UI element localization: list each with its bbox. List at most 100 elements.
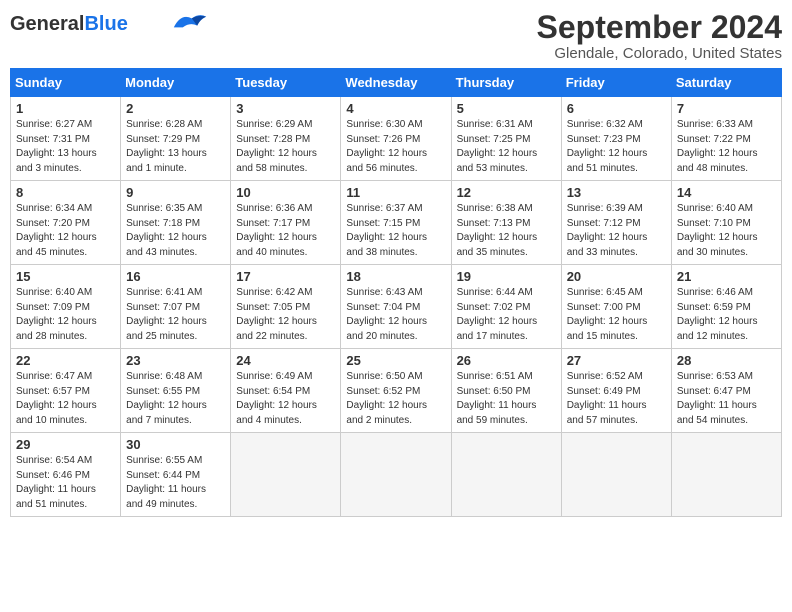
day-info: Sunrise: 6:29 AM Sunset: 7:28 PM Dayligh…: [236, 118, 335, 176]
table-row: 24 Sunrise: 6:49 AM Sunset: 6:54 PM Dayli…: [231, 349, 341, 433]
day-number: 14: [677, 185, 776, 200]
table-row: 10Sunrise: 6:36 AM Sunset: 7:17 PM Dayli…: [231, 181, 341, 265]
day-info: Sunrise: 6:49 AM Sunset: 6:54 PM Dayligh…: [236, 370, 335, 428]
table-row: 18 Sunrise: 6:43 AM Sunset: 7:04 PM Dayli…: [341, 265, 451, 349]
table-row: [341, 433, 451, 517]
day-number: 8: [16, 185, 115, 200]
day-info: Sunrise: 6:35 AM Sunset: 7:18 PM Dayligh…: [126, 202, 225, 260]
day-info: Sunrise: 6:28 AM Sunset: 7:29 PM Dayligh…: [126, 118, 225, 176]
table-row: 19 Sunrise: 6:44 AM Sunset: 7:02 PM Dayli…: [451, 265, 561, 349]
day-info: Sunrise: 6:31 AM Sunset: 7:25 PM Dayligh…: [457, 118, 556, 176]
table-row: [451, 433, 561, 517]
table-row: 1 Sunrise: 6:27 AM Sunset: 7:31 PM Daylig…: [11, 97, 121, 181]
day-info: Sunrise: 6:39 AM Sunset: 7:12 PM Dayligh…: [567, 202, 666, 260]
day-info: Sunrise: 6:27 AM Sunset: 7:31 PM Dayligh…: [16, 118, 115, 176]
table-row: 13 Sunrise: 6:39 AM Sunset: 7:12 PM Dayli…: [561, 181, 671, 265]
table-row: 4 Sunrise: 6:30 AM Sunset: 7:26 PM Daylig…: [341, 97, 451, 181]
day-number: 4: [346, 101, 445, 116]
day-info: Sunrise: 6:47 AM Sunset: 6:57 PM Dayligh…: [16, 370, 115, 428]
day-number: 20: [567, 269, 666, 284]
table-row: 27 Sunrise: 6:52 AM Sunset: 6:49 PM Dayli…: [561, 349, 671, 433]
day-number: 6: [567, 101, 666, 116]
table-row: 9 Sunrise: 6:35 AM Sunset: 7:18 PM Daylig…: [121, 181, 231, 265]
day-info: Sunrise: 6:43 AM Sunset: 7:04 PM Dayligh…: [346, 286, 445, 344]
calendar-table: Sunday Monday Tuesday Wednesday Thursday…: [10, 68, 782, 517]
table-row: 8 Sunrise: 6:34 AM Sunset: 7:20 PM Daylig…: [11, 181, 121, 265]
day-number: 19: [457, 269, 556, 284]
day-number: 22: [16, 353, 115, 368]
day-info: Sunrise: 6:40 AM Sunset: 7:10 PM Dayligh…: [677, 202, 776, 260]
day-number: 18: [346, 269, 445, 284]
day-number: 13: [567, 185, 666, 200]
calendar-subtitle: Glendale, Colorado, United States: [537, 45, 782, 62]
day-info: Sunrise: 6:51 AM Sunset: 6:50 PM Dayligh…: [457, 370, 556, 428]
logo-general: General: [10, 13, 84, 35]
table-row: 22 Sunrise: 6:47 AM Sunset: 6:57 PM Dayli…: [11, 349, 121, 433]
table-row: 20 Sunrise: 6:45 AM Sunset: 7:00 PM Dayli…: [561, 265, 671, 349]
day-number: 10: [236, 185, 335, 200]
header-friday: Friday: [561, 69, 671, 97]
day-number: 2: [126, 101, 225, 116]
table-row: [231, 433, 341, 517]
day-number: 9: [126, 185, 225, 200]
table-row: 15 Sunrise: 6:40 AM Sunset: 7:09 PM Dayli…: [11, 265, 121, 349]
day-number: 25: [346, 353, 445, 368]
day-info: Sunrise: 6:38 AM Sunset: 7:13 PM Dayligh…: [457, 202, 556, 260]
table-row: 3 Sunrise: 6:29 AM Sunset: 7:28 PM Daylig…: [231, 97, 341, 181]
page-header: GeneralBlue September 2024 Glendale, Col…: [10, 10, 782, 62]
day-number: 12: [457, 185, 556, 200]
day-number: 17: [236, 269, 335, 284]
table-row: 17 Sunrise: 6:42 AM Sunset: 7:05 PM Dayli…: [231, 265, 341, 349]
table-row: 30Sunrise: 6:55 AM Sunset: 6:44 PM Dayli…: [121, 433, 231, 517]
day-number: 15: [16, 269, 115, 284]
day-info: Sunrise: 6:37 AM Sunset: 7:15 PM Dayligh…: [346, 202, 445, 260]
day-number: 16: [126, 269, 225, 284]
day-info: Sunrise: 6:48 AM Sunset: 6:55 PM Dayligh…: [126, 370, 225, 428]
logo: GeneralBlue: [10, 10, 208, 34]
day-info: Sunrise: 6:46 AM Sunset: 6:59 PM Dayligh…: [677, 286, 776, 344]
day-number: 3: [236, 101, 335, 116]
day-number: 1: [16, 101, 115, 116]
header-tuesday: Tuesday: [231, 69, 341, 97]
table-row: 14 Sunrise: 6:40 AM Sunset: 7:10 PM Dayli…: [671, 181, 781, 265]
table-row: 28 Sunrise: 6:53 AM Sunset: 6:47 PM Dayli…: [671, 349, 781, 433]
day-info: Sunrise: 6:40 AM Sunset: 7:09 PM Dayligh…: [16, 286, 115, 344]
day-info: Sunrise: 6:53 AM Sunset: 6:47 PM Dayligh…: [677, 370, 776, 428]
day-info: Sunrise: 6:52 AM Sunset: 6:49 PM Dayligh…: [567, 370, 666, 428]
table-row: [561, 433, 671, 517]
table-row: 7Sunrise: 6:33 AM Sunset: 7:22 PM Daylig…: [671, 97, 781, 181]
table-row: 11Sunrise: 6:37 AM Sunset: 7:15 PM Dayli…: [341, 181, 451, 265]
header-thursday: Thursday: [451, 69, 561, 97]
table-row: 16 Sunrise: 6:41 AM Sunset: 7:07 PM Dayli…: [121, 265, 231, 349]
day-info: Sunrise: 6:45 AM Sunset: 7:00 PM Dayligh…: [567, 286, 666, 344]
table-row: 23 Sunrise: 6:48 AM Sunset: 6:55 PM Dayli…: [121, 349, 231, 433]
day-number: 24: [236, 353, 335, 368]
header-saturday: Saturday: [671, 69, 781, 97]
day-info: Sunrise: 6:30 AM Sunset: 7:26 PM Dayligh…: [346, 118, 445, 176]
table-row: 12 Sunrise: 6:38 AM Sunset: 7:13 PM Dayli…: [451, 181, 561, 265]
title-block: September 2024 Glendale, Colorado, Unite…: [537, 10, 782, 62]
header-wednesday: Wednesday: [341, 69, 451, 97]
day-number: 27: [567, 353, 666, 368]
table-row: 5 Sunrise: 6:31 AM Sunset: 7:25 PM Daylig…: [451, 97, 561, 181]
day-number: 28: [677, 353, 776, 368]
day-info: Sunrise: 6:50 AM Sunset: 6:52 PM Dayligh…: [346, 370, 445, 428]
day-info: Sunrise: 6:55 AM Sunset: 6:44 PM Dayligh…: [126, 454, 225, 512]
table-row: 25 Sunrise: 6:50 AM Sunset: 6:52 PM Dayli…: [341, 349, 451, 433]
table-row: [671, 433, 781, 517]
logo-blue: Blue: [84, 13, 127, 35]
day-number: 5: [457, 101, 556, 116]
day-number: 23: [126, 353, 225, 368]
day-info: Sunrise: 6:41 AM Sunset: 7:07 PM Dayligh…: [126, 286, 225, 344]
day-info: Sunrise: 6:54 AM Sunset: 6:46 PM Dayligh…: [16, 454, 115, 512]
day-info: Sunrise: 6:34 AM Sunset: 7:20 PM Dayligh…: [16, 202, 115, 260]
calendar-title: September 2024: [537, 10, 782, 45]
day-info: Sunrise: 6:44 AM Sunset: 7:02 PM Dayligh…: [457, 286, 556, 344]
day-number: 29: [16, 437, 115, 452]
day-number: 21: [677, 269, 776, 284]
day-info: Sunrise: 6:42 AM Sunset: 7:05 PM Dayligh…: [236, 286, 335, 344]
header-monday: Monday: [121, 69, 231, 97]
day-info: Sunrise: 6:33 AM Sunset: 7:22 PM Dayligh…: [677, 118, 776, 176]
table-row: 29 Sunrise: 6:54 AM Sunset: 6:46 PM Dayli…: [11, 433, 121, 517]
day-number: 26: [457, 353, 556, 368]
